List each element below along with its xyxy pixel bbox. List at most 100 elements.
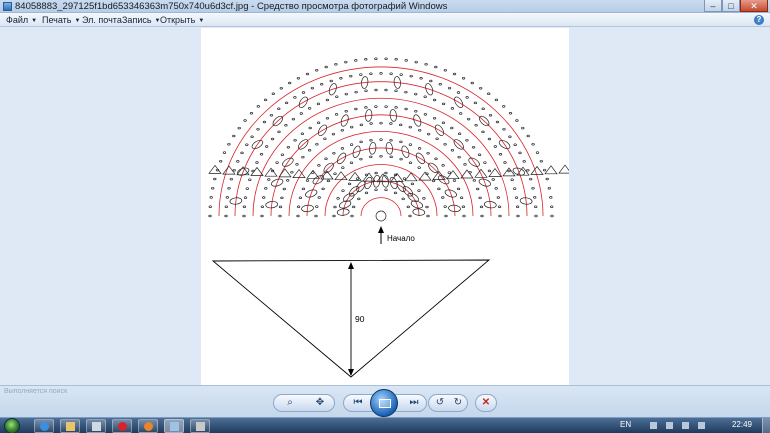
chain-stitch — [539, 159, 543, 163]
chain-stitch — [290, 170, 294, 174]
tray-icon[interactable] — [666, 422, 673, 429]
chain-stitch — [293, 96, 297, 99]
help-icon[interactable]: ? — [754, 15, 764, 25]
chain-stitch — [277, 107, 281, 111]
chain-stitch — [278, 214, 282, 218]
chain-stitch — [316, 121, 321, 125]
chain-stitch — [326, 179, 331, 183]
network-icon[interactable] — [682, 422, 689, 429]
chain-stitch — [355, 177, 360, 180]
delete-icon[interactable]: ✕ — [476, 395, 496, 411]
chain-stitch — [414, 92, 418, 96]
photo-canvas: Начало 90 — [201, 28, 569, 385]
close-button[interactable]: ✕ — [740, 0, 768, 12]
next-icon[interactable]: ⏭ — [404, 395, 424, 411]
taskbar-item-opera[interactable] — [112, 419, 132, 433]
chain-stitch — [550, 214, 554, 218]
chain-stitch — [526, 134, 530, 138]
chain-stitch — [522, 160, 526, 163]
chain-stitch — [286, 179, 290, 182]
chain-stitch — [349, 74, 353, 78]
chain-stitch — [456, 91, 461, 94]
chain-stitch — [450, 107, 455, 110]
slideshow-button[interactable] — [370, 389, 398, 417]
chain-stitch — [417, 166, 421, 169]
chain-stitch — [379, 154, 383, 158]
chain-stitch — [340, 128, 344, 132]
chain-stitch — [256, 127, 260, 131]
menu-email[interactable]: Эл. почта — [82, 13, 122, 27]
chain-stitch — [350, 214, 354, 218]
chain-stitch — [347, 182, 352, 186]
taskbar-item-ie[interactable] — [34, 419, 54, 433]
chain-stitch — [293, 138, 297, 142]
chain-stitch — [513, 143, 517, 146]
chain-stitch — [284, 101, 289, 105]
chain-stitch — [219, 159, 223, 163]
chain-stitch — [270, 137, 275, 141]
chain-stitch — [267, 178, 271, 181]
chain-stitch — [245, 143, 249, 146]
start-button[interactable] — [4, 418, 20, 433]
previous-icon[interactable]: ⏮ — [348, 395, 368, 411]
actual-size-icon[interactable]: ✥ — [310, 395, 330, 411]
chain-stitch — [447, 171, 451, 174]
chain-stitch — [288, 81, 292, 85]
chain-stitch — [384, 171, 388, 175]
chain-stitch — [245, 187, 249, 190]
app-icon — [196, 422, 205, 431]
chain-stitch — [364, 89, 368, 92]
chain-stitch — [374, 88, 378, 92]
tray-icon[interactable] — [650, 422, 657, 429]
menu-burn[interactable]: Запись ▼ — [122, 13, 160, 27]
chain-stitch — [457, 132, 462, 136]
chain-stitch — [531, 142, 535, 146]
taskbar-item-other[interactable] — [190, 419, 210, 433]
menu-file[interactable]: Файл ▼ — [6, 13, 37, 27]
minimize-button[interactable]: – — [704, 0, 722, 12]
chain-stitch — [359, 140, 363, 144]
folder-icon — [66, 422, 75, 431]
chain-stitch — [481, 107, 485, 111]
chain-stitch — [335, 95, 339, 98]
chain-stitch — [317, 196, 321, 199]
chain-stitch — [515, 119, 519, 122]
chain-stitch — [299, 112, 303, 115]
chain-stitch — [242, 214, 246, 218]
chain-stitch — [463, 163, 467, 166]
chain-stitch — [507, 169, 511, 173]
menu-print[interactable]: Печать ▼ — [42, 13, 80, 27]
chain-stitch — [334, 113, 339, 116]
chain-stitch — [535, 151, 540, 154]
chain-stitch — [317, 164, 321, 167]
chain-stitch — [364, 106, 368, 109]
zoom-icon[interactable]: ⌕ — [280, 395, 300, 411]
rotate-cw-icon[interactable]: ↻ — [448, 395, 468, 411]
chain-stitch — [305, 179, 310, 182]
chain-stitch — [406, 205, 410, 209]
chain-stitch — [324, 157, 328, 161]
chain-stitch — [431, 179, 436, 183]
fan-stitch — [376, 173, 390, 183]
center-ring — [375, 210, 387, 222]
rotate-ccw-icon[interactable]: ↺ — [430, 395, 450, 411]
taskbar-item-explorer[interactable] — [60, 419, 80, 433]
volume-icon[interactable] — [698, 422, 705, 429]
menu-open-label: Открыть — [160, 15, 196, 25]
chain-stitch — [513, 187, 517, 190]
chain-stitch — [497, 205, 502, 208]
arrow-head-icon — [378, 226, 384, 233]
clock[interactable]: 22:49 — [732, 420, 752, 429]
taskbar-item-media[interactable] — [86, 419, 106, 433]
chain-stitch — [498, 214, 502, 218]
taskbar-item-firefox[interactable] — [138, 419, 158, 433]
maximize-button[interactable]: □ — [722, 0, 740, 12]
language-indicator[interactable]: EN — [620, 420, 631, 429]
menu-open[interactable]: Открыть ▼ — [160, 13, 204, 27]
chain-stitch — [359, 73, 363, 76]
start-label: Начало — [387, 234, 415, 243]
chain-stitch — [414, 110, 418, 113]
show-desktop-button[interactable] — [762, 418, 770, 433]
chain-stitch — [354, 59, 358, 62]
taskbar-item-photo-viewer[interactable] — [164, 419, 184, 433]
